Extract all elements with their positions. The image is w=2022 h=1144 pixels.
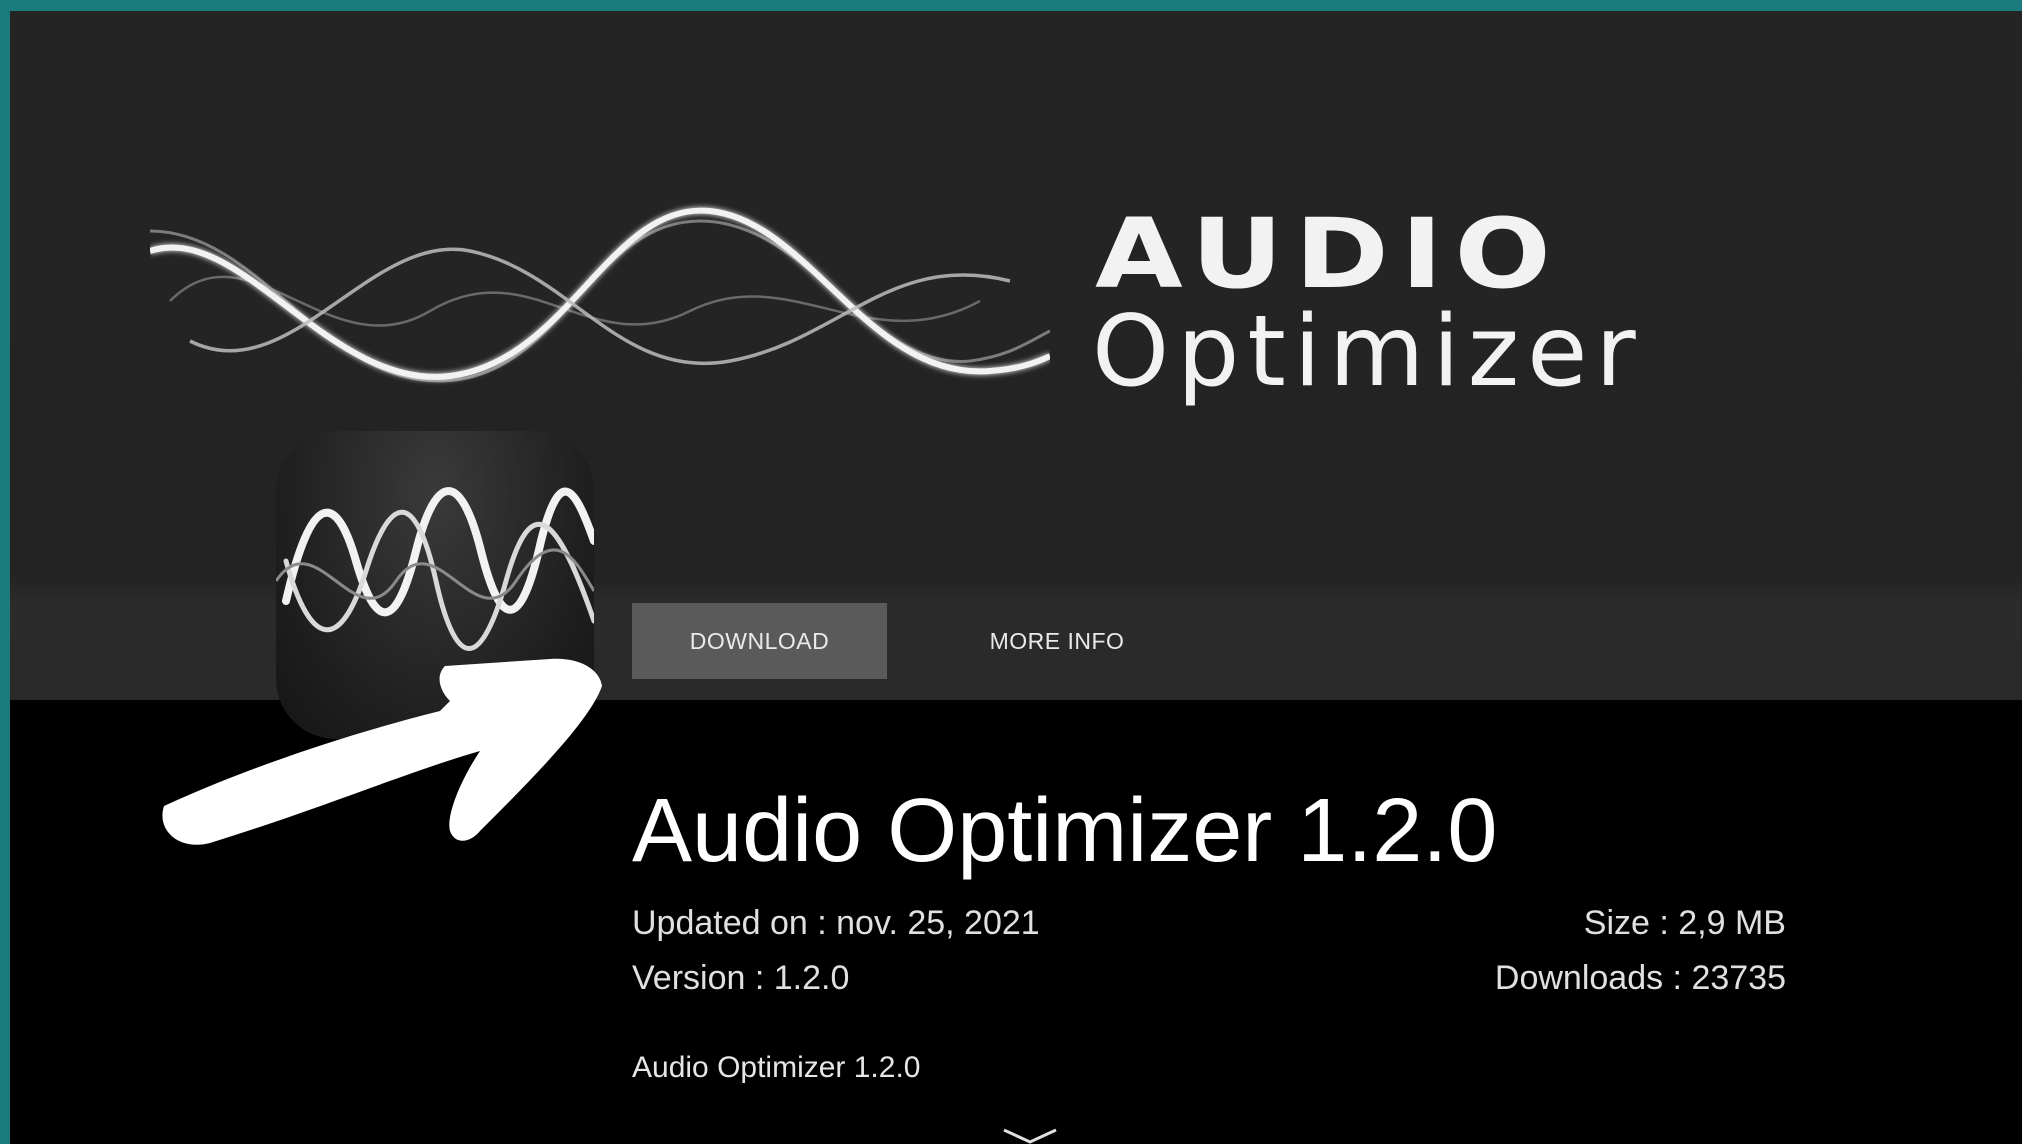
more-info-button[interactable]: MORE INFO <box>972 603 1142 679</box>
version-label: Version : 1.2.0 <box>632 959 850 997</box>
brand-title-line1: AUDIO <box>1095 198 1563 310</box>
chevron-down-icon[interactable] <box>1000 1126 1060 1144</box>
downloads-count: Downloads : 23735 <box>1494 959 1786 997</box>
app-icon <box>276 431 594 739</box>
page-title: Audio Optimizer 1.2.0 <box>632 781 1498 881</box>
size-label: Size : 2,9 MB <box>1583 904 1786 942</box>
app-detail-page: AUDIO Optimizer DOWNLOAD MORE INFO Audio… <box>10 11 2022 1144</box>
download-button[interactable]: DOWNLOAD <box>632 603 887 679</box>
wave-logo-icon <box>150 207 1050 383</box>
app-description: Audio Optimizer 1.2.0 <box>632 1051 921 1084</box>
app-icon-waves <box>276 487 594 651</box>
updated-date: Updated on : nov. 25, 2021 <box>632 904 1040 942</box>
brand-title-line2: Optimizer <box>1092 295 1644 409</box>
